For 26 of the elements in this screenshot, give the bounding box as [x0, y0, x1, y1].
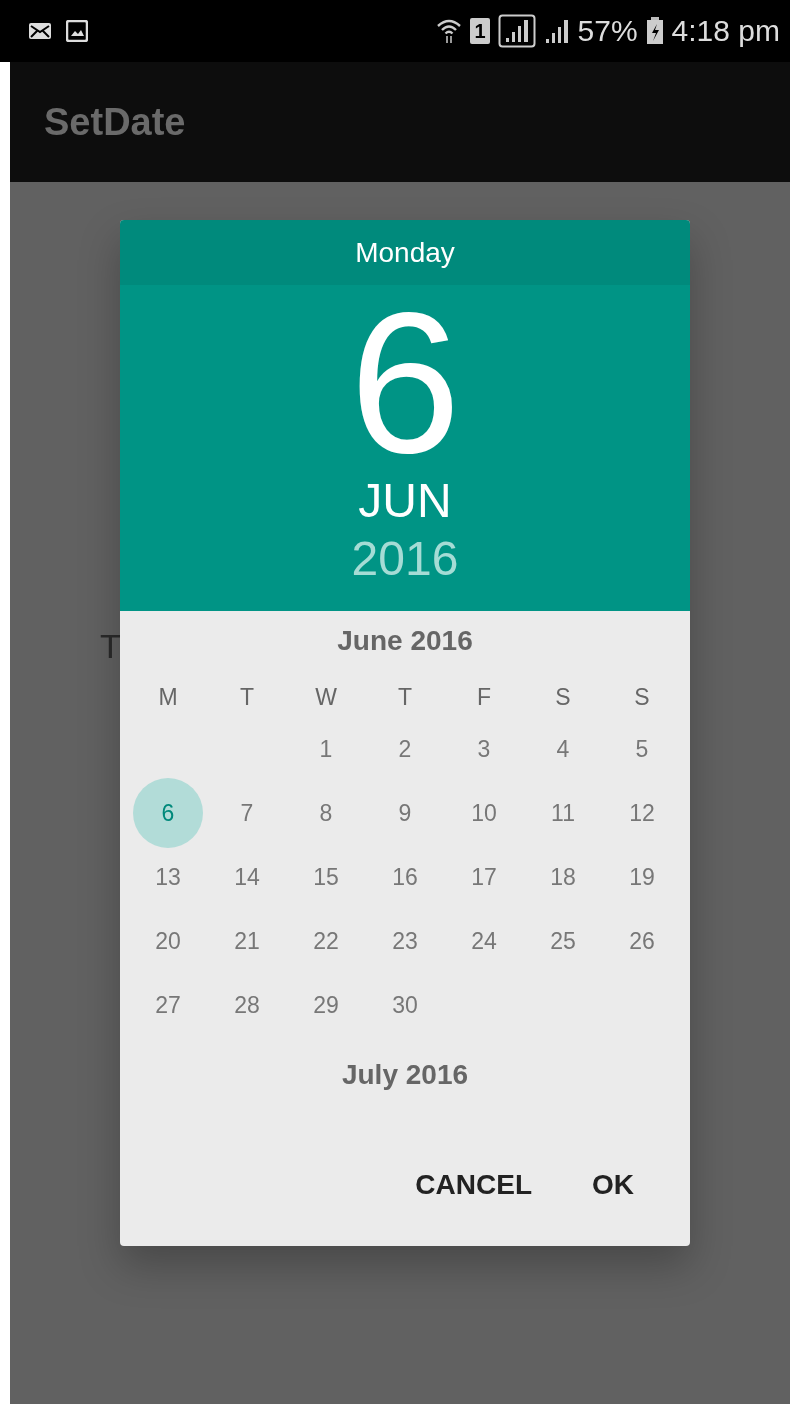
weekday-label: Monday — [355, 236, 455, 269]
weekday-header: S — [633, 683, 651, 712]
selected-day[interactable]: 6 — [349, 293, 461, 473]
weekday-header: F — [475, 683, 493, 712]
dialog-button[interactable]: OK — [572, 1155, 654, 1215]
weekday-header: W — [314, 683, 338, 712]
mail-icon — [28, 21, 52, 41]
weekday-header: T — [396, 683, 414, 712]
month-title: June 2016 — [337, 624, 473, 658]
status-time: 4:18 pm — [671, 14, 780, 48]
day-cell[interactable]: 6 — [133, 778, 203, 848]
signal-icon — [543, 17, 570, 45]
app-title: SetDate — [44, 100, 186, 144]
weekday-header: M — [157, 683, 179, 712]
weekday-header: S — [554, 683, 572, 712]
selected-year[interactable]: 2016 — [351, 529, 459, 589]
battery-percent: 57% — [577, 14, 638, 48]
wifi-icon — [436, 18, 463, 44]
image-icon — [66, 20, 88, 42]
battery-icon — [645, 17, 664, 45]
month-title: July 2016 — [341, 1058, 469, 1092]
weekday-header: T — [238, 683, 256, 712]
sim-label: 1 — [470, 18, 490, 44]
selected-month[interactable]: JUN — [358, 473, 452, 529]
dialog-button[interactable]: CANCEL — [395, 1155, 552, 1215]
signal-icon — [497, 14, 536, 48]
